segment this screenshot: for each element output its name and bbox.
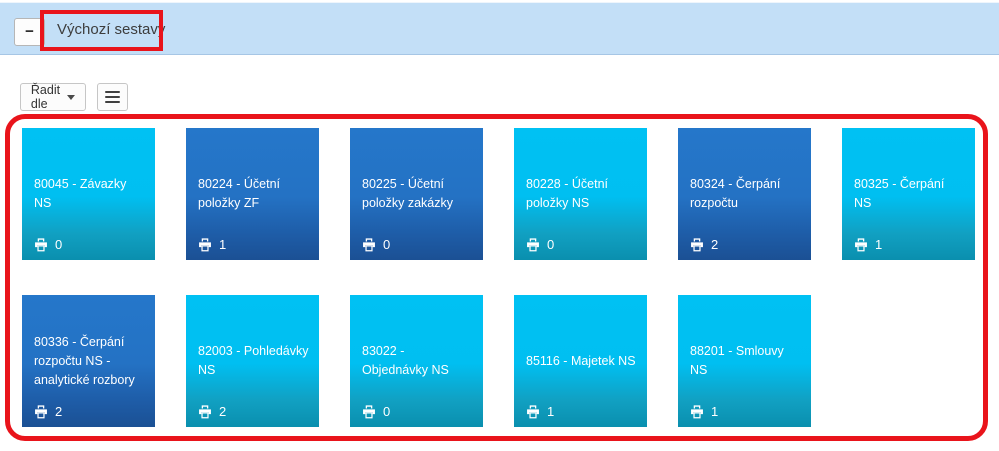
report-tile-80336[interactable]: 80336 - Čerpání rozpočtu NS - analytické… [22,295,155,427]
report-tile-82003[interactable]: 82003 - Pohledávky NS 2 [186,295,319,427]
collapse-panel-button[interactable]: − [14,18,45,46]
printer-icon [526,404,540,419]
report-tile-80324[interactable]: 80324 - Čerpání rozpočtu 2 [678,128,811,260]
print-count: 2 [219,404,227,419]
printer-icon [526,237,540,252]
sort-by-label: Řadit dle [30,83,61,111]
report-tile-grid: 80045 - Závazky NS 0 80224 - Účetní polo… [22,128,975,427]
print-count: 0 [383,237,391,252]
layout-menu-button[interactable] [97,83,128,111]
report-tile-80325[interactable]: 80325 - Čerpání NS 1 [842,128,975,260]
print-count: 1 [711,404,719,419]
print-count: 0 [55,237,63,252]
page-title: Výchozí sestavy [57,21,166,38]
report-tile-80225[interactable]: 80225 - Účetní položky zakázky 0 [350,128,483,260]
report-tile-88201[interactable]: 88201 - Smlouvy NS 1 [678,295,811,427]
printer-icon [690,404,704,419]
printer-icon [198,237,212,252]
report-tile-80228[interactable]: 80228 - Účetní položky NS 0 [514,128,647,260]
print-count: 1 [219,237,227,252]
printer-icon [34,404,48,419]
printer-icon [198,404,212,419]
printer-icon [854,237,868,252]
panel-header: − Výchozí sestavy [0,2,999,55]
print-count: 1 [547,404,555,419]
report-tile-85116[interactable]: 85116 - Majetek NS 1 [514,295,647,427]
printer-icon [690,237,704,252]
minus-icon: − [25,23,34,40]
print-count: 2 [55,404,63,419]
print-count: 0 [547,237,555,252]
report-tile-83022[interactable]: 83022 - Objednávky NS 0 [350,295,483,427]
sort-by-button[interactable]: Řadit dle [20,83,86,111]
report-tile-80045[interactable]: 80045 - Závazky NS 0 [22,128,155,260]
print-count: 0 [383,404,391,419]
hamburger-menu-icon [105,91,120,103]
print-count: 1 [875,237,883,252]
printer-icon [362,237,376,252]
printer-icon [362,404,376,419]
report-tile-80224[interactable]: 80224 - Účetní položky ZF 1 [186,128,319,260]
printer-icon [34,237,48,252]
print-count: 2 [711,237,719,252]
caret-down-icon [67,95,76,100]
